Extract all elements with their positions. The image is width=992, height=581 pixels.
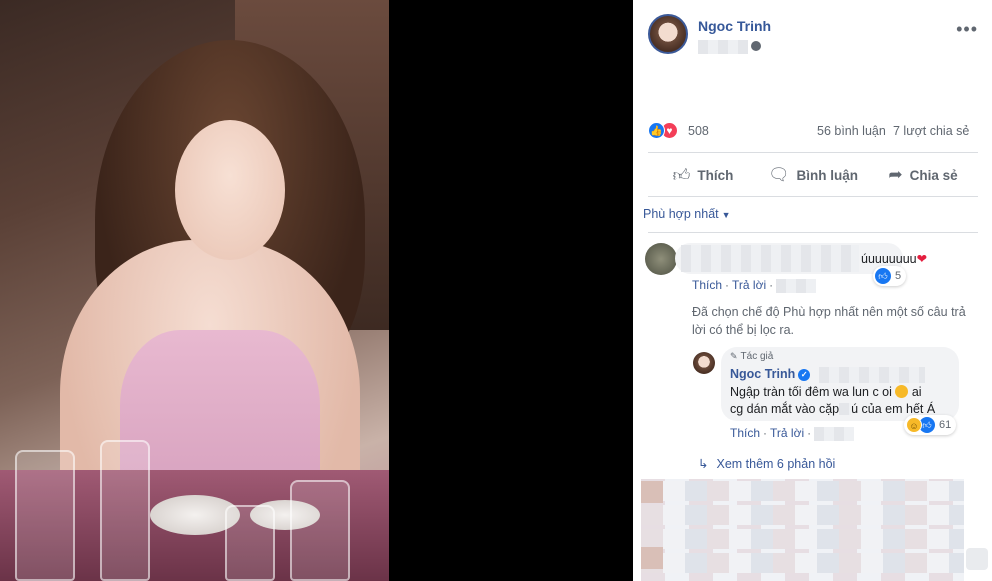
- share-button[interactable]: ➦ Chia sẻ: [868, 160, 978, 190]
- reply-author-name[interactable]: Ngoc Trinh ✓: [730, 367, 811, 381]
- heart-emoji-icon: ❤: [916, 252, 928, 266]
- share-arrow-icon: ➦: [888, 165, 903, 184]
- photo-glass: [225, 505, 275, 581]
- comment-reply-link[interactable]: Trả lời: [732, 278, 766, 292]
- photo-viewer-background: [389, 0, 633, 581]
- filter-note: Đã chọn chế độ Phù hợp nhất nên một số c…: [692, 305, 966, 337]
- post-header: Ngoc Trinh •••: [648, 14, 978, 64]
- verified-badge-icon: ✓: [798, 368, 811, 381]
- blurred-row: [641, 553, 964, 573]
- photo-glass: [100, 440, 150, 581]
- settings-gear-icon[interactable]: [966, 548, 988, 570]
- reply-mention-blurred: [819, 367, 925, 383]
- thumbs-up-icon: 👍︎: [672, 165, 691, 185]
- author-name[interactable]: Ngoc Trinh: [698, 18, 771, 34]
- reply-reply-link[interactable]: Trả lời: [770, 426, 804, 440]
- comment-actions: Thích · Trả lời ·: [692, 278, 817, 293]
- comment-time-blurred: [776, 278, 817, 293]
- reply-bubble: ✎ Tác giả Ngoc Trinh ✓ Ngập tràn tối đêm w…: [721, 347, 959, 421]
- shares-count[interactable]: 7 lượt chia sẻ: [893, 124, 969, 138]
- comment-button-label: Bình luận: [796, 167, 859, 183]
- author-avatar[interactable]: [648, 14, 688, 54]
- blurred-row: [641, 529, 964, 549]
- divider: [648, 152, 978, 153]
- comment-text: úuuuuuuu❤: [861, 252, 928, 266]
- photo-glass: [290, 480, 350, 581]
- comments-count[interactable]: 56 bình luận: [817, 124, 886, 138]
- blurred-avatar: [641, 481, 663, 503]
- share-button-label: Chia sẻ: [909, 167, 958, 183]
- blurred-row: [641, 505, 964, 525]
- blurred-avatar: [641, 547, 663, 569]
- blurred-comments-area: [641, 479, 964, 581]
- globe-icon: [751, 41, 761, 51]
- photo-glass: [15, 450, 75, 581]
- comment-text-blurred: [681, 245, 859, 272]
- photo-face: [175, 120, 285, 260]
- reply-reaction-count: 61: [939, 419, 952, 431]
- reply-arrow-icon: ↳: [698, 457, 709, 471]
- post-photo[interactable]: [0, 0, 389, 581]
- reply-reactions[interactable]: ☺ 👍︎ 61: [904, 415, 957, 435]
- reactions-summary: 👍 ♥ 508 56 bình luận 7 lượt chia sẻ: [648, 121, 978, 141]
- reply-text-line2: cg dán mắt vào cặp ú của em hết Á: [730, 402, 936, 416]
- reply-author-avatar[interactable]: [693, 352, 715, 374]
- post-details-panel: Ngoc Trinh ••• 👍 ♥ 508 56 bình luận 7 lư…: [633, 0, 992, 581]
- reply-actions: Thích · Trả lời ·: [730, 426, 855, 441]
- blurred-row: [641, 481, 964, 501]
- reply-time-blurred: [814, 426, 855, 441]
- reaction-count[interactable]: 508: [688, 124, 709, 138]
- smile-emoji-icon: [895, 385, 909, 398]
- reply-like-link[interactable]: Thích: [730, 426, 760, 440]
- comment-bubble-icon: 🗨︎: [767, 165, 790, 184]
- like-button-label: Thích: [697, 167, 734, 183]
- divider: [648, 232, 978, 233]
- comment-reaction-count: 5: [895, 270, 902, 282]
- like-button[interactable]: 👍︎ Thích: [648, 160, 758, 190]
- haha-reaction-icon: ☺: [906, 417, 922, 433]
- caret-down-icon: ▼: [721, 210, 731, 220]
- like-reaction-icon[interactable]: 👍: [648, 122, 665, 139]
- divider: [648, 196, 978, 197]
- comment-button[interactable]: 🗨︎ Bình luận: [758, 160, 868, 190]
- comment-like-link[interactable]: Thích: [692, 278, 722, 292]
- comment-bubble: úuuuuuuu❤: [675, 243, 927, 274]
- author-badge: ✎ Tác giả: [730, 351, 774, 362]
- censored-blur: [839, 403, 852, 415]
- comment-sort-dropdown[interactable]: Phù hợp nhất ▼: [643, 207, 731, 221]
- commenter-avatar[interactable]: [645, 243, 677, 275]
- post-actions: 👍︎ Thích 🗨︎ Bình luận ➦ Chia sẻ: [648, 160, 978, 190]
- reply-text-line1: Ngập tràn tối đêm wa lun c oi ai: [730, 385, 922, 399]
- post-timestamp-blurred: [698, 40, 748, 54]
- like-reaction-icon: 👍︎: [875, 268, 891, 284]
- comment-reactions[interactable]: 👍︎ 5: [873, 266, 907, 286]
- more-horizontal-icon[interactable]: •••: [956, 20, 978, 38]
- sort-label: Phù hợp nhất: [643, 207, 719, 221]
- pen-icon: ✎: [730, 351, 738, 361]
- view-more-replies-link[interactable]: ↳ Xem thêm 6 phản hồi: [698, 456, 835, 471]
